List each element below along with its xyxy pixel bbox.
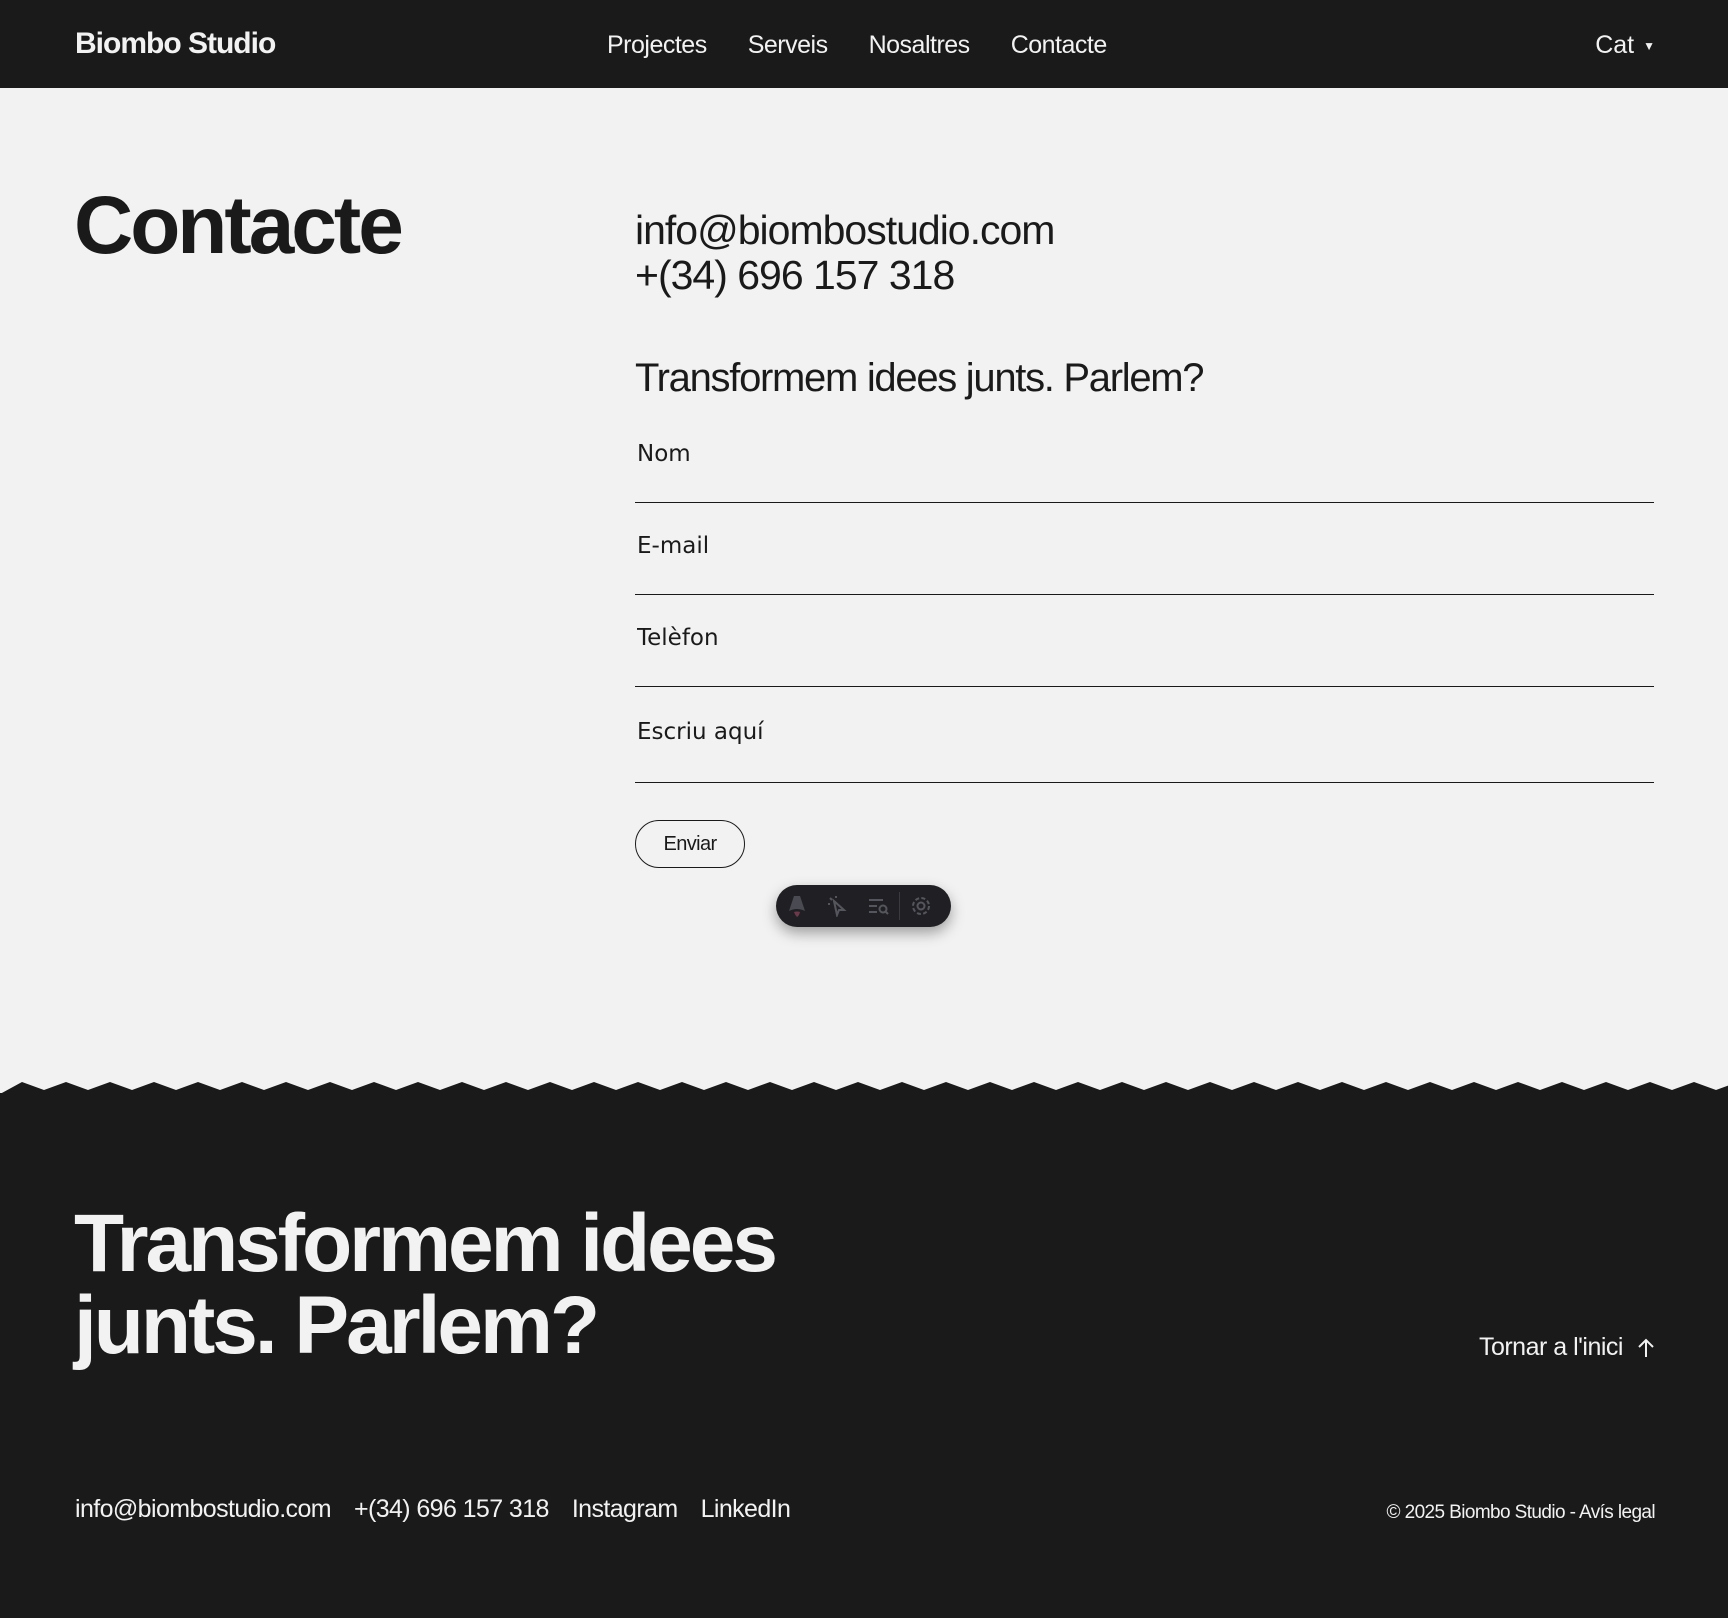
phone-field-wrapper	[635, 618, 1654, 687]
form-heading: Transformem idees junts. Parlem?	[635, 356, 1205, 400]
copyright-text[interactable]: © 2025 Biombo Studio - Avís legal	[1387, 1502, 1656, 1524]
dev-toolbar	[776, 885, 951, 927]
footer-heading-line: junts. Parlem?	[74, 1280, 600, 1371]
footer-instagram-link[interactable]: Instagram	[572, 1495, 678, 1524]
astro-logo-icon[interactable]	[776, 885, 817, 927]
name-input[interactable]	[635, 434, 1654, 474]
language-selector[interactable]: Cat ▼	[1595, 31, 1655, 60]
footer-links: info@biombostudio.com +(34) 696 157 318 …	[75, 1495, 791, 1524]
back-to-top-link[interactable]: Tornar a l'inici	[1479, 1333, 1655, 1362]
footer-email-link[interactable]: info@biombostudio.com	[75, 1495, 332, 1524]
nav-link-nosaltres[interactable]: Nosaltres	[869, 31, 971, 60]
footer: Transformem idees junts. Parlem? Tornar …	[0, 1093, 1728, 1618]
message-input[interactable]	[635, 712, 1654, 752]
brand-logo[interactable]: Biombo Studio	[75, 27, 276, 61]
top-navbar: Biombo Studio Projectes Serveis Nosaltre…	[0, 0, 1728, 88]
name-field-wrapper	[635, 434, 1654, 503]
message-field-wrapper	[635, 712, 1654, 783]
phone-input[interactable]	[635, 618, 1654, 658]
contact-phone-link[interactable]: +(34) 696 157 318	[635, 253, 1054, 298]
settings-gear-icon[interactable]	[900, 885, 941, 927]
cursor-inspect-icon[interactable]	[817, 885, 858, 927]
arrow-up-icon	[1638, 1338, 1654, 1357]
nav-link-projectes[interactable]: Projectes	[607, 31, 707, 60]
contact-info: info@biombostudio.com +(34) 696 157 318	[635, 208, 1055, 298]
audit-list-icon[interactable]	[858, 885, 899, 927]
footer-linkedin-link[interactable]: LinkedIn	[701, 1495, 791, 1524]
caret-down-icon: ▼	[1643, 38, 1655, 53]
footer-phone-link[interactable]: +(34) 696 157 318	[354, 1495, 549, 1524]
main-nav: Projectes Serveis Nosaltres Contacte	[607, 31, 1107, 60]
page-title: Contacte	[74, 180, 404, 271]
contact-email-link[interactable]: info@biombostudio.com	[635, 208, 1055, 253]
zigzag-divider	[0, 1082, 1728, 1094]
send-button[interactable]: Enviar	[635, 820, 745, 868]
nav-link-serveis[interactable]: Serveis	[748, 31, 828, 60]
email-input[interactable]	[635, 526, 1654, 566]
footer-heading-line: Transformem idees	[74, 1198, 778, 1289]
footer-heading: Transformem idees junts. Parlem?	[74, 1198, 778, 1371]
language-label: Cat	[1595, 31, 1635, 59]
nav-link-contacte[interactable]: Contacte	[1011, 31, 1108, 60]
email-field-wrapper	[635, 526, 1654, 595]
back-to-top-label: Tornar a l'inici	[1478, 1333, 1624, 1361]
